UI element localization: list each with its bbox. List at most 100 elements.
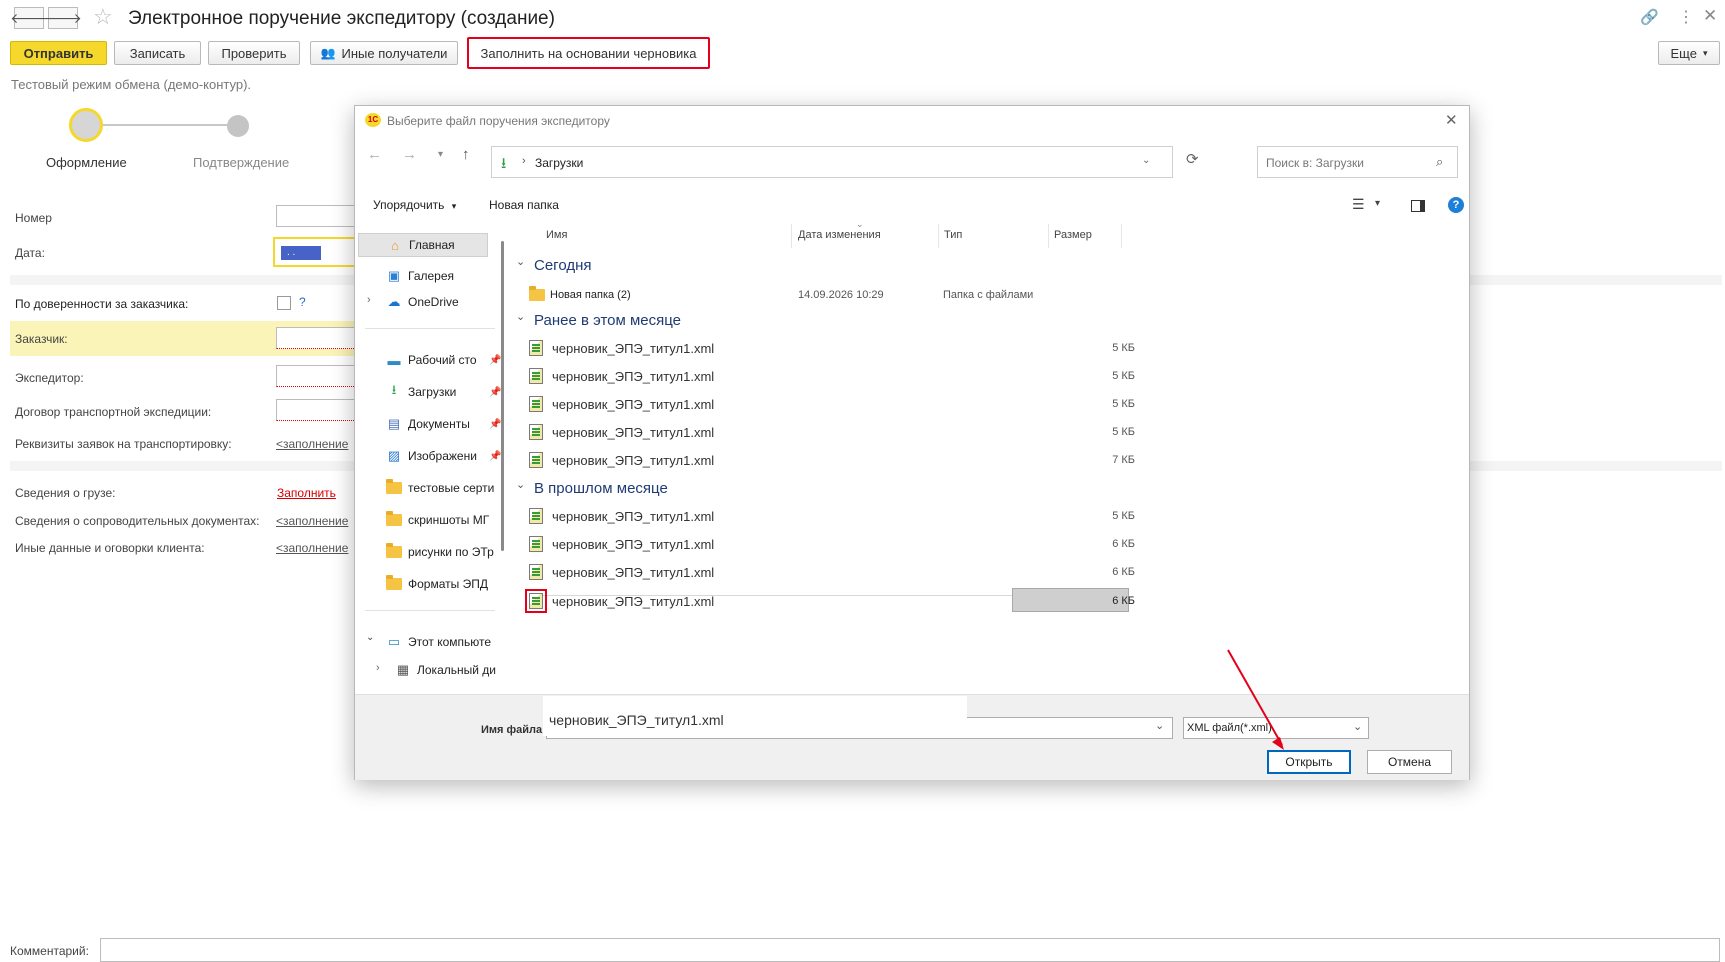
- sidebar-item-folder-3[interactable]: рисунки по ЭТр: [386, 540, 498, 564]
- sidebar-item-gallery[interactable]: ▣ Галерея: [386, 264, 496, 288]
- sidebar-item-this-pc[interactable]: ▭ Этот компьюте: [386, 630, 498, 654]
- column-header-name[interactable]: Имя: [546, 229, 567, 241]
- sidebar-item-folder-1[interactable]: тестовые серти: [386, 476, 498, 500]
- sidebar-item-folder-2[interactable]: скриншоты МГ: [386, 508, 498, 532]
- cargo-link[interactable]: Заполнить: [277, 486, 336, 500]
- chevron-down-icon: ▾: [451, 201, 457, 211]
- home-icon: ⌂: [391, 237, 399, 253]
- sidebar-item-home[interactable]: ⌂ Главная: [358, 233, 488, 257]
- sidebar-item-local-drive[interactable]: ▦ Локальный ди: [395, 658, 498, 682]
- page-title: Электронное поручение экспедитору (созда…: [128, 8, 555, 29]
- column-header-type[interactable]: Тип: [944, 229, 962, 241]
- group-today[interactable]: Сегодня: [534, 257, 592, 274]
- group-last-month[interactable]: В прошлом месяце: [534, 480, 668, 497]
- dialog-forward-icon[interactable]: →: [402, 146, 417, 163]
- dialog-up-icon[interactable]: ↑: [462, 146, 470, 163]
- date-input[interactable]: . .: [273, 237, 356, 267]
- open-button[interactable]: Открыть: [1267, 750, 1351, 774]
- file-type-filter[interactable]: XML файл(*.xml) ⌄: [1183, 717, 1369, 739]
- download-icon: ⭳: [391, 382, 397, 397]
- number-input[interactable]: [276, 205, 356, 227]
- list-item-file[interactable]: черновик_ЭПЭ_титул1.xml: [529, 448, 714, 472]
- fill-from-draft-button[interactable]: Заполнить на основании черновика: [467, 37, 710, 69]
- save-button[interactable]: Записать: [114, 41, 201, 65]
- forwarder-input[interactable]: [276, 365, 356, 387]
- comment-input[interactable]: [100, 938, 1720, 962]
- back-button[interactable]: 🡐: [10, 7, 48, 29]
- sidebar-item-downloads[interactable]: ⭳ Загрузки: [386, 380, 486, 404]
- sidebar-item-onedrive[interactable]: ☁ OneDrive: [386, 290, 496, 314]
- list-item-file-selected[interactable]: черновик_ЭПЭ_титул1.xml: [525, 589, 714, 613]
- close-icon[interactable]: ✕: [1703, 6, 1717, 26]
- list-item-file[interactable]: черновик_ЭПЭ_титул1.xml: [529, 504, 714, 528]
- address-dropdown-icon[interactable]: ⌄: [1142, 155, 1150, 166]
- other-data-link[interactable]: <заполнение: [276, 541, 348, 555]
- folder-icon: [386, 479, 402, 494]
- sidebar-item-documents[interactable]: ▤ Документы: [386, 412, 486, 436]
- document-icon: ▤: [387, 416, 401, 431]
- link-icon[interactable]: 🔗: [1640, 8, 1659, 26]
- pin-icon: 📌: [489, 355, 502, 366]
- list-item-file[interactable]: черновик_ЭПЭ_титул1.xml: [529, 420, 714, 444]
- contract-input[interactable]: [276, 399, 356, 421]
- sidebar-item-images[interactable]: ▨ Изображени: [386, 444, 486, 468]
- contract-label: Договор транспортной экспедиции:: [15, 405, 212, 419]
- send-button[interactable]: Отправить: [10, 41, 107, 65]
- proxy-help-icon[interactable]: ?: [299, 295, 306, 309]
- list-item-file[interactable]: черновик_ЭПЭ_титул1.xml: [529, 560, 714, 584]
- group-collapse-icon[interactable]: ⌄: [516, 310, 525, 323]
- more-button[interactable]: Еще ▾: [1658, 41, 1720, 65]
- docs-link[interactable]: <заполнение: [276, 514, 348, 528]
- column-divider: [1048, 224, 1049, 248]
- expand-drive-icon[interactable]: ›: [376, 662, 380, 674]
- more-vertical-icon[interactable]: ⋮: [1678, 7, 1694, 27]
- address-bar[interactable]: ⭳ › Загрузки ⌄: [491, 146, 1173, 178]
- file-size: 6 КБ: [1112, 566, 1135, 578]
- proxy-checkbox[interactable]: [277, 296, 291, 310]
- computer-icon: ▭: [387, 634, 401, 649]
- sidebar-item-folder-4[interactable]: Форматы ЭПД: [386, 572, 498, 596]
- help-icon[interactable]: ?: [1448, 197, 1464, 213]
- column-divider: [1121, 224, 1122, 248]
- preview-pane-icon[interactable]: [1411, 200, 1425, 212]
- refresh-icon[interactable]: ⟳: [1186, 150, 1199, 168]
- group-collapse-icon[interactable]: ⌄: [516, 478, 525, 491]
- dialog-logo-icon: 1С: [365, 113, 381, 127]
- organize-button[interactable]: Упорядочить ▾: [373, 198, 456, 212]
- sidebar-scrollbar[interactable]: [501, 241, 504, 551]
- dialog-history-icon[interactable]: ▾: [438, 149, 443, 160]
- arrow-left-icon: 🡐: [10, 9, 48, 26]
- list-item-folder[interactable]: Новая папка (2) 14.09.2026 10:29 Папка с…: [529, 283, 1109, 307]
- docs-label: Сведения о сопроводительных документах:: [15, 514, 260, 528]
- step-label-inactive: Подтверждение: [193, 155, 290, 170]
- cancel-button[interactable]: Отмена: [1367, 750, 1452, 774]
- collapse-computer-icon[interactable]: ⌄: [366, 632, 374, 643]
- view-options-icon[interactable]: ▾: [1375, 198, 1380, 209]
- list-item-file[interactable]: черновик_ЭПЭ_титул1.xml: [529, 392, 714, 416]
- file-size: 6 КБ: [1112, 595, 1135, 607]
- favorite-star-icon[interactable]: ☆: [93, 4, 113, 30]
- arrow-right-icon: 🡒: [44, 9, 82, 26]
- drive-icon: ▦: [396, 662, 410, 677]
- other-recipients-button[interactable]: 👥 Иные получатели: [310, 41, 458, 65]
- column-header-date[interactable]: Дата изменения: [798, 229, 881, 241]
- dialog-close-icon[interactable]: ✕: [1445, 111, 1458, 129]
- search-input[interactable]: Поиск в: Загрузки ⌕: [1257, 146, 1458, 178]
- view-list-icon[interactable]: ☰: [1352, 196, 1365, 213]
- group-collapse-icon[interactable]: ⌄: [516, 255, 525, 268]
- check-button[interactable]: Проверить: [208, 41, 300, 65]
- xml-file-icon: [529, 508, 543, 524]
- customer-input[interactable]: [276, 327, 356, 349]
- list-item-file[interactable]: черновик_ЭПЭ_титул1.xml: [529, 336, 714, 360]
- column-header-size[interactable]: Размер: [1054, 229, 1092, 241]
- forward-button[interactable]: 🡒: [44, 7, 82, 29]
- requests-link[interactable]: <заполнение: [276, 437, 348, 451]
- list-item-file[interactable]: черновик_ЭПЭ_титул1.xml: [529, 364, 714, 388]
- dialog-back-icon[interactable]: ←: [367, 146, 382, 163]
- filename-dropdown-icon[interactable]: ⌄: [1155, 719, 1164, 732]
- list-item-file[interactable]: черновик_ЭПЭ_титул1.xml: [529, 532, 714, 556]
- new-folder-button[interactable]: Новая папка: [489, 198, 559, 212]
- group-this-month[interactable]: Ранее в этом месяце: [534, 312, 681, 329]
- sidebar-item-desktop[interactable]: ▬ Рабочий сто: [386, 348, 486, 372]
- expand-onedrive-icon[interactable]: ›: [367, 294, 371, 306]
